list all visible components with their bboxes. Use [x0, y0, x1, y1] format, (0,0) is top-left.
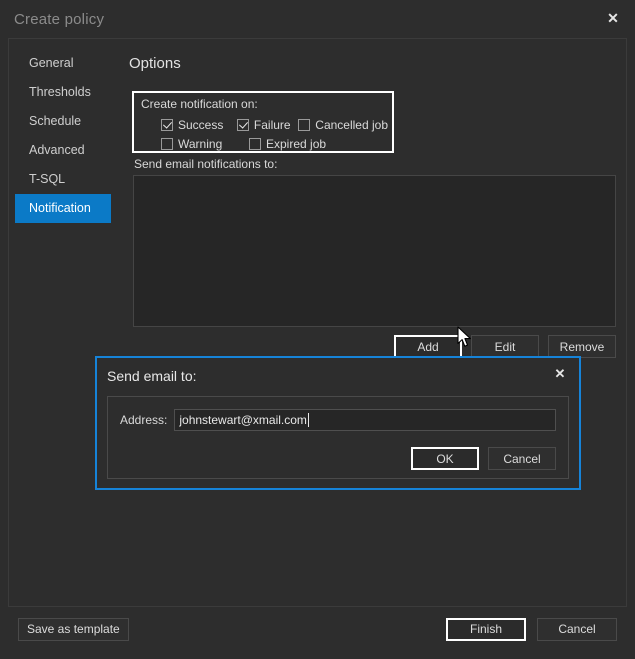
cancel-button[interactable]: Cancel	[488, 447, 556, 470]
checkbox-label: Success	[178, 117, 224, 132]
add-button[interactable]: Add	[394, 335, 462, 358]
sidebar-item-advanced[interactable]: Advanced	[15, 136, 111, 165]
send-email-dialog-header: Send email to: ✕	[97, 358, 579, 394]
footer-primary-buttons: Finish Cancel	[446, 617, 617, 641]
close-icon[interactable]: ✕	[591, 0, 635, 36]
ok-button[interactable]: OK	[411, 447, 479, 470]
window-title: Create policy	[14, 10, 105, 28]
send-email-dialog-body: Address: johnstewart@xmail.com OK Cancel	[107, 396, 569, 479]
checkbox-box-icon	[161, 137, 173, 150]
page-title: Options	[129, 55, 181, 72]
address-row: Address: johnstewart@xmail.com	[120, 409, 556, 431]
checkbox-cancelled-job[interactable]: Cancelled job	[298, 118, 388, 132]
checkbox-label: Warning	[178, 136, 223, 151]
close-icon[interactable]: ✕	[545, 361, 575, 387]
create-notification-legend: Create notification on:	[141, 97, 258, 111]
checkbox-box-icon	[161, 118, 173, 131]
checkbox-label: Expired job	[266, 136, 327, 151]
notification-options-pane: Options Create notification on: Success …	[119, 45, 620, 600]
remove-button[interactable]: Remove	[548, 335, 616, 358]
sidebar-item-label: General	[29, 56, 74, 70]
checkbox-row-1: Success Failure Cancelled job	[161, 115, 392, 134]
create-notification-group: Create notification on: Success Failure …	[132, 91, 394, 153]
checkbox-box-icon	[249, 137, 261, 150]
checkbox-expired-job[interactable]: Expired job	[249, 137, 326, 151]
address-input-value: johnstewart@xmail.com	[179, 413, 307, 427]
save-as-template-button[interactable]: Save as template	[18, 617, 129, 641]
checkbox-failure[interactable]: Failure	[236, 117, 294, 132]
edit-button[interactable]: Edit	[471, 335, 539, 358]
sidebar-item-label: Notification	[29, 201, 91, 215]
email-list-label: Send email notifications to:	[134, 157, 278, 171]
sidebar-item-label: Advanced	[29, 143, 85, 157]
email-list-button-bar: Add Edit Remove	[394, 335, 616, 358]
checkbox-label: Cancelled job	[315, 117, 388, 132]
checkbox-success[interactable]: Success	[161, 118, 233, 132]
create-policy-window: Create policy ✕ General Thresholds Sched…	[0, 0, 635, 659]
text-caret	[307, 413, 309, 427]
window-titlebar: Create policy ✕	[0, 0, 635, 38]
checkbox-row-2: Warning Expired job	[161, 134, 392, 153]
email-recipients-listbox[interactable]	[133, 175, 616, 327]
checkbox-label: Failure	[253, 117, 291, 132]
sidebar-item-general[interactable]: General	[15, 49, 111, 78]
sidebar-item-schedule[interactable]: Schedule	[15, 107, 111, 136]
sidebar-item-notification[interactable]: Notification	[15, 194, 111, 223]
cancel-button[interactable]: Cancel	[537, 617, 617, 641]
send-email-dialog: Send email to: ✕ Address: johnstewart@xm…	[95, 356, 581, 490]
finish-button[interactable]: Finish	[446, 617, 526, 641]
address-label: Address:	[120, 413, 168, 427]
sidebar-item-thresholds[interactable]: Thresholds	[15, 78, 111, 107]
dialog-body-panel: General Thresholds Schedule Advanced T-S…	[8, 38, 627, 607]
sidebar-item-tsql[interactable]: T-SQL	[15, 165, 111, 194]
checkbox-box-icon	[236, 118, 249, 131]
wizard-step-list: General Thresholds Schedule Advanced T-S…	[15, 49, 111, 223]
dialog-footer: Save as template Finish Cancel	[8, 607, 627, 651]
send-email-dialog-title: Send email to:	[107, 368, 197, 384]
sidebar-item-label: Schedule	[29, 114, 82, 128]
send-email-dialog-buttons: OK Cancel	[411, 447, 556, 470]
sidebar-item-label: T-SQL	[29, 172, 66, 186]
checkbox-box-icon	[298, 118, 311, 131]
address-input[interactable]: johnstewart@xmail.com	[174, 409, 556, 431]
checkbox-warning[interactable]: Warning	[161, 137, 245, 151]
sidebar-item-label: Thresholds	[29, 85, 91, 99]
